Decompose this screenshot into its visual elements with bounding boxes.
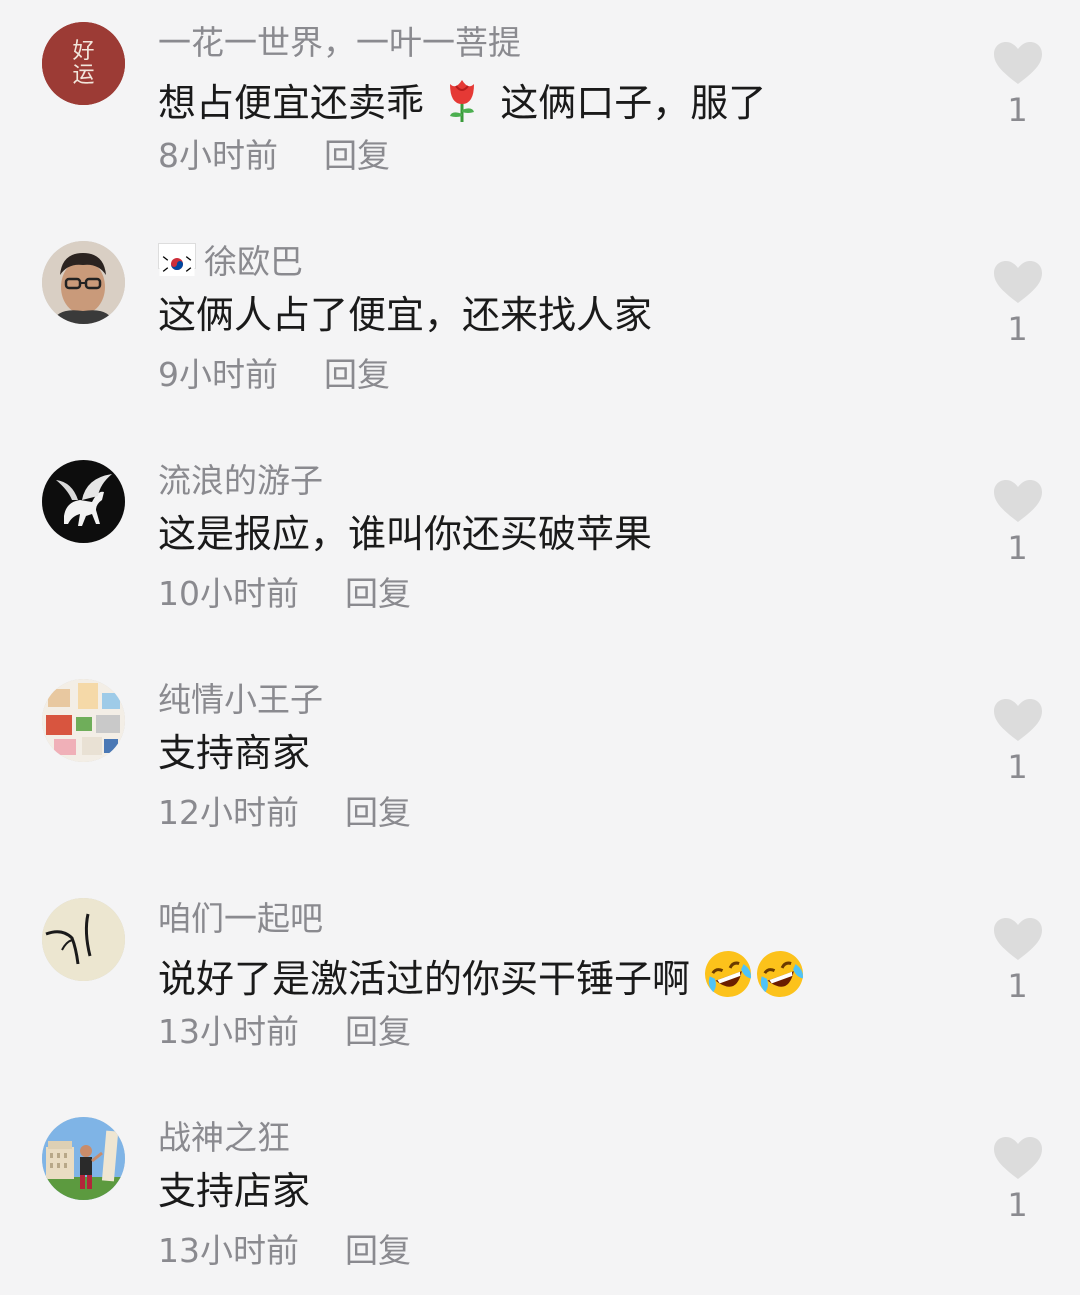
comment-username[interactable]: 徐欧巴 [158,241,303,283]
comment-text-part: 这俩口子，服了 [500,81,767,125]
comment-meta: 12小时前 回复 [158,792,411,834]
comment-text: 说好了是激活过的你买干锤子啊 [158,948,806,1003]
reply-button[interactable]: 回复 [345,574,411,613]
avatar[interactable]: 好 运 [42,22,125,105]
comment-username[interactable]: 流浪的游子 [158,460,323,502]
avatar-image [42,241,125,324]
comment-username[interactable]: 战神之狂 [158,1117,290,1159]
comment-text-part: 想占便宜还卖乖 [158,81,425,125]
comment-text: 这俩人占了便宜，还来找人家 [158,293,653,337]
comment-item: 徐欧巴 这俩人占了便宜，还来找人家 9小时前 回复 1 [0,219,1080,438]
like-button[interactable]: 1 [990,40,1045,130]
like-count: 1 [1007,1186,1028,1224]
comment-item: 好 运 一花一世界，一叶一菩提 想占便宜还卖乖 这俩口子，服了 8小时前 回复 1 [0,0,1080,219]
comment-item: 流浪的游子 这是报应，谁叫你还买破苹果 10小时前 回复 1 [0,438,1080,657]
comment-text: 这是报应，谁叫你还买破苹果 [158,512,653,556]
rofl-emoji [702,948,754,1000]
like-button[interactable]: 1 [990,697,1045,787]
comment-username-text: 徐欧巴 [204,242,303,281]
avatar-image: 好 运 [42,22,125,105]
comment-time: 12小时前 [158,793,299,832]
avatar[interactable] [42,1117,125,1200]
heart-icon[interactable] [992,697,1044,743]
comment-item: 纯情小王子 支持商家 12小时前 回复 1 [0,657,1080,876]
comment-time: 13小时前 [158,1012,299,1051]
reply-button[interactable]: 回复 [324,136,390,175]
comment-time: 8小时前 [158,136,278,175]
comment-item: 战神之狂 支持店家 13小时前 回复 1 [0,1095,1080,1295]
avatar-image [42,460,125,543]
comment-text-part: 说好了是激活过的你买干锤子啊 [158,957,691,1001]
avatar[interactable] [42,898,125,981]
comment-meta: 13小时前 回复 [158,1230,411,1272]
heart-icon[interactable] [992,478,1044,524]
korea-flag-icon [158,243,196,276]
comment-meta: 9小时前 回复 [158,354,390,396]
like-count: 1 [1007,310,1028,348]
like-count: 1 [1007,967,1028,1005]
comment-username[interactable]: 一花一世界，一叶一菩提 [158,22,521,64]
comment-username[interactable]: 咱们一起吧 [158,898,323,940]
heart-icon[interactable] [992,259,1044,305]
reply-button[interactable]: 回复 [345,1012,411,1051]
avatar-text-2: 运 [72,63,94,88]
avatar-image [42,1117,125,1200]
comment-meta: 8小时前 回复 [158,135,390,177]
avatar[interactable] [42,241,125,324]
heart-icon[interactable] [992,40,1044,86]
comment-meta: 10小时前 回复 [158,573,411,615]
like-button[interactable]: 1 [990,1135,1045,1225]
avatar[interactable] [42,679,125,762]
comment-item: 咱们一起吧 说好了是激活过的你买干锤子啊 13小时前 回复 1 [0,876,1080,1095]
like-count: 1 [1007,748,1028,786]
heart-icon[interactable] [992,916,1044,962]
like-button[interactable]: 1 [990,478,1045,568]
reply-button[interactable]: 回复 [324,355,390,394]
like-button[interactable]: 1 [990,916,1045,1006]
avatar-image [42,898,125,981]
comment-username[interactable]: 纯情小王子 [158,679,323,721]
avatar-image [42,679,125,762]
rose-emoji [436,72,488,124]
like-button[interactable]: 1 [990,259,1045,349]
like-count: 1 [1007,529,1028,567]
avatar-text-1: 好 [72,39,94,64]
comment-text: 想占便宜还卖乖 这俩口子，服了 [158,72,766,127]
comment-time: 10小时前 [158,574,299,613]
comment-text: 支持店家 [158,1169,311,1213]
heart-icon[interactable] [992,1135,1044,1181]
comment-time: 9小时前 [158,355,278,394]
avatar[interactable] [42,460,125,543]
reply-button[interactable]: 回复 [345,1231,411,1270]
comment-meta: 13小时前 回复 [158,1011,411,1053]
comment-time: 13小时前 [158,1231,299,1270]
reply-button[interactable]: 回复 [345,793,411,832]
rofl-emoji [754,948,806,1000]
like-count: 1 [1007,91,1028,129]
comment-text: 支持商家 [158,731,311,775]
